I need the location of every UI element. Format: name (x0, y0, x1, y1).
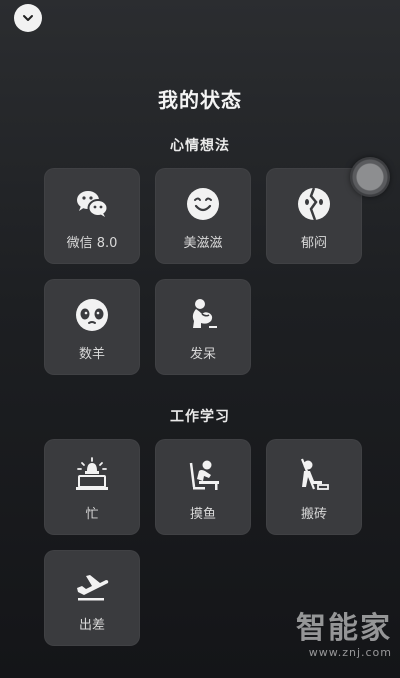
tile-label: 郁闷 (300, 236, 327, 251)
status-tile-busy[interactable]: 忙 (44, 439, 140, 535)
slacking-desk-icon (189, 460, 219, 490)
tile-label: 出差 (78, 618, 105, 633)
tile-label: 数羊 (78, 347, 105, 362)
siren-laptop-icon (76, 457, 108, 490)
wechat-icon (77, 191, 109, 217)
airplane-icon (77, 575, 109, 601)
status-tile-wechat[interactable]: 微信 8.0 (44, 168, 140, 264)
smile-face-icon (187, 188, 219, 220)
status-tile-daze[interactable]: 发呆 (155, 279, 251, 375)
daze-person-icon (192, 299, 217, 328)
status-tile-hard-work[interactable]: 搬砖 (266, 439, 362, 535)
status-tile-happy[interactable]: 美滋滋 (155, 168, 251, 264)
tile-label: 美滋滋 (183, 236, 223, 251)
watermark-logo: 智能家 (296, 611, 392, 646)
watermark-url: www.znj.com (308, 646, 392, 659)
watermark: 智能家 www.znj.com (296, 611, 392, 660)
section-title-work: 工作学习 (170, 409, 230, 425)
floating-assist-ball[interactable] (350, 157, 390, 197)
status-tile-slacking[interactable]: 摸鱼 (155, 439, 251, 535)
status-tile-business-trip[interactable]: 出差 (44, 550, 140, 646)
hammer-worker-icon (300, 458, 329, 490)
chevron-down-icon (23, 15, 33, 21)
tile-label: 发呆 (189, 347, 216, 362)
collapse-button[interactable] (14, 4, 42, 32)
tile-label: 摸鱼 (189, 507, 216, 522)
page-title: 我的状态 (158, 88, 242, 112)
status-tile-counting-sheep[interactable]: 数羊 (44, 279, 140, 375)
section-title-mood: 心情想法 (170, 138, 230, 154)
sheep-face-icon (76, 299, 108, 331)
tile-label: 忙 (85, 507, 99, 522)
broken-heart-face-icon (298, 187, 330, 221)
status-tile-gloomy[interactable]: 郁闷 (266, 168, 362, 264)
tile-label: 微信 8.0 (66, 236, 118, 251)
tile-label: 搬砖 (300, 507, 327, 522)
